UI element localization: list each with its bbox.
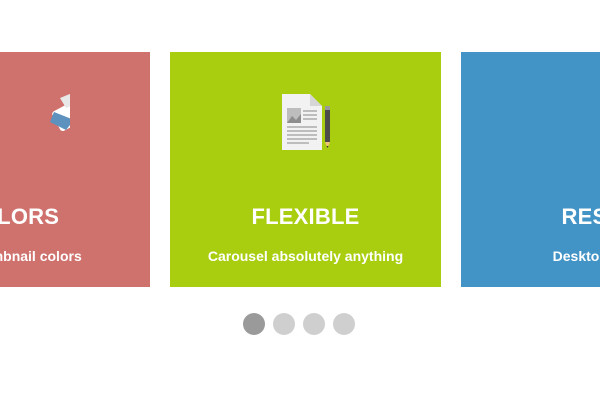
carousel-viewport: OLORS e thumbnail colors — [0, 0, 600, 400]
carousel-card-flexible[interactable]: FLEXIBLE Carousel absolutely anything — [170, 52, 441, 287]
card-subtitle: e thumbnail colors — [0, 248, 82, 264]
carousel-card-colors[interactable]: OLORS e thumbnail colors — [0, 52, 150, 287]
pagination-dot-3[interactable] — [303, 313, 325, 335]
carousel-track: OLORS e thumbnail colors — [0, 0, 600, 400]
carousel-card-responsive[interactable]: RESPO Desktops, tabl — [461, 52, 600, 287]
monitor-icon — [461, 94, 600, 152]
pagination-dot-4[interactable] — [333, 313, 355, 335]
pagination-dot-2[interactable] — [273, 313, 295, 335]
document-icon — [170, 94, 441, 152]
card-subtitle: Carousel absolutely anything — [207, 248, 404, 264]
card-title: OLORS — [0, 204, 60, 229]
carousel-pagination — [243, 313, 355, 335]
card-subtitle: Desktops, tabl — [552, 248, 600, 264]
paint-roller-icon — [0, 93, 150, 152]
card-title: RESPO — [561, 204, 600, 229]
pagination-dot-1[interactable] — [243, 313, 265, 335]
card-title: FLEXIBLE — [251, 204, 360, 229]
